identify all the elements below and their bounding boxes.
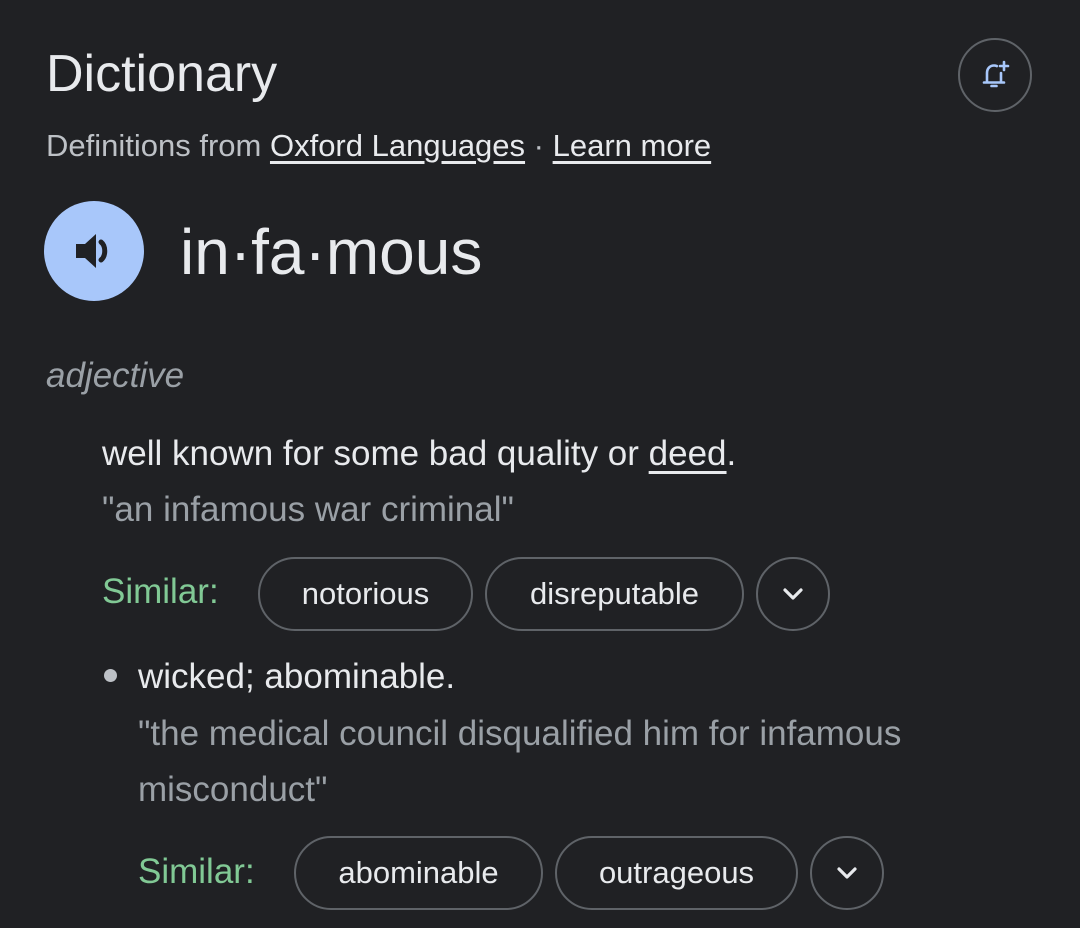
sense-2-bullet (104, 669, 117, 682)
sense-2-expand-similar-button[interactable] (810, 836, 884, 910)
deed-link[interactable]: deed (649, 434, 727, 473)
chevron-down-icon (783, 588, 803, 600)
pronounce-button[interactable] (44, 201, 144, 301)
chevron-down-icon (837, 867, 857, 879)
add-alert-button[interactable] (958, 38, 1032, 112)
oxford-languages-link[interactable]: Oxford Languages (270, 128, 525, 163)
sense-1-expand-similar-button[interactable] (756, 557, 830, 631)
headword: in·fa·mous (180, 216, 483, 288)
sense-1-similar-label: Similar: (102, 572, 219, 611)
sense-1-definition: well known for some bad quality or deed. (102, 430, 736, 478)
sense-1-definition-end: . (726, 434, 737, 473)
source-separator: · (525, 128, 553, 163)
sense-2-definition: wicked; abominable. (138, 657, 456, 696)
dictionary-title: Dictionary (46, 45, 278, 103)
learn-more-link[interactable]: Learn more (553, 128, 712, 163)
similar-chip-abominable[interactable]: abominable (294, 836, 543, 910)
sense-2-similar-label: Similar: (138, 852, 255, 891)
source-prefix: Definitions from (46, 128, 270, 163)
sense-1-example: "an infamous war criminal" (102, 490, 514, 529)
sense-1-definition-text: well known for some bad quality or (102, 434, 649, 473)
similar-chip-notorious[interactable]: notorious (258, 557, 473, 631)
part-of-speech: adjective (46, 356, 185, 395)
sense-2-example: "the medical council disqualified him fo… (138, 714, 902, 809)
similar-chip-outrageous[interactable]: outrageous (555, 836, 798, 910)
definitions-source: Definitions from Oxford Languages · Lear… (46, 124, 711, 168)
similar-chip-disreputable[interactable]: disreputable (485, 557, 744, 631)
bell-plus-icon (982, 60, 1010, 88)
speaker-icon (76, 234, 108, 268)
